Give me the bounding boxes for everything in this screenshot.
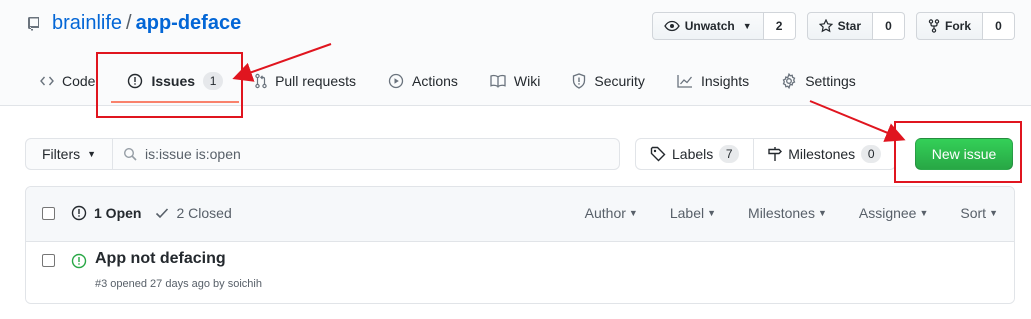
fork-button[interactable]: Fork: [915, 12, 983, 40]
caret-down-icon: ▼: [628, 208, 638, 218]
caret-down-icon: ▼: [989, 208, 998, 218]
gear-icon: [781, 73, 797, 89]
tag-icon: [650, 146, 666, 162]
issues-search-input[interactable]: [113, 138, 621, 170]
caret-down-icon: ▼: [919, 208, 929, 218]
milestone-icon: [768, 146, 783, 162]
graph-icon: [677, 74, 693, 88]
issues-list: 1 Open 2 Closed Author ▼ Label ▼ Milestone…: [25, 186, 1015, 304]
labels-label: Labels: [672, 146, 714, 162]
fork-group: Fork 0: [915, 12, 1015, 40]
tab-insights[interactable]: Insights: [661, 60, 765, 102]
tab-wiki[interactable]: Wiki: [474, 60, 556, 102]
closed-issues-label: 2 Closed: [176, 205, 232, 221]
milestones-filter[interactable]: Milestones ▼: [748, 205, 827, 221]
caret-down-icon: ▼: [742, 21, 752, 31]
tab-code-label: Code: [62, 73, 96, 89]
issues-counter: 1: [203, 72, 224, 90]
unwatch-button[interactable]: Unwatch ▼: [651, 12, 764, 40]
tab-security[interactable]: Security: [556, 60, 661, 102]
repo-header: brainlife / app-deface Unwatch ▼ 2 Star …: [0, 0, 1031, 106]
git-pull-request-icon: [255, 73, 267, 89]
issue-checkbox[interactable]: [42, 254, 55, 267]
new-issue-button[interactable]: New issue: [915, 138, 1013, 170]
caret-down-icon: ▼: [87, 149, 97, 159]
star-button[interactable]: Star: [806, 12, 873, 40]
open-issues-label: 1 Open: [94, 205, 142, 221]
issue-opened-icon: [127, 73, 143, 89]
tab-pull-requests[interactable]: Pull requests: [239, 60, 372, 102]
tab-settings-label: Settings: [805, 73, 856, 89]
book-icon: [490, 74, 506, 88]
label-filter[interactable]: Label ▼: [670, 205, 716, 221]
issue-meta: #3 opened 27 days ago by soichih: [95, 278, 262, 290]
author-filter[interactable]: Author ▼: [585, 205, 638, 221]
stargazers-count[interactable]: 0: [872, 12, 905, 40]
tab-issues-label: Issues: [151, 73, 196, 89]
assignee-filter[interactable]: Assignee ▼: [859, 205, 929, 221]
tab-pull-requests-label: Pull requests: [275, 73, 356, 89]
issue-row: App not defacing #3 opened 27 days ago b…: [26, 242, 1014, 303]
issue-title-link[interactable]: App not defacing: [95, 250, 226, 268]
repo-forked-icon: [928, 19, 940, 33]
labels-counter: 7: [719, 145, 740, 163]
fork-label: Fork: [944, 19, 971, 33]
milestones-label: Milestones: [788, 146, 856, 162]
issues-subnav: Filters ▼ Labels 7 Milestones 0 New issu…: [25, 138, 1015, 170]
search-wrapper: [113, 138, 621, 170]
sort-filter-label: Sort: [960, 205, 987, 221]
tab-issues[interactable]: Issues 1: [111, 60, 239, 103]
issue-opened-icon: [71, 253, 87, 269]
shield-icon: [572, 73, 586, 89]
tab-insights-label: Insights: [700, 73, 750, 89]
select-all-checkbox[interactable]: [42, 207, 55, 220]
labels-link[interactable]: Labels 7: [635, 138, 755, 170]
watch-group: Unwatch ▼ 2: [651, 12, 796, 40]
sort-filter[interactable]: Sort ▼: [960, 205, 998, 221]
repo-actions: Unwatch ▼ 2 Star 0 Fork 0: [651, 12, 1015, 40]
repo-name-link[interactable]: app-deface: [136, 12, 242, 35]
check-icon: [155, 207, 169, 219]
star-icon: [818, 19, 833, 33]
tab-code[interactable]: Code: [24, 60, 111, 102]
watchers-count[interactable]: 2: [763, 12, 796, 40]
tab-settings[interactable]: Settings: [765, 60, 872, 102]
code-icon: [40, 75, 54, 87]
milestones-link[interactable]: Milestones 0: [754, 138, 897, 170]
issue-opened-icon: [71, 205, 87, 221]
play-icon: [388, 73, 404, 89]
caret-down-icon: ▼: [817, 208, 827, 218]
search-icon: [123, 147, 137, 161]
filters-label: Filters: [42, 146, 81, 162]
filters-button[interactable]: Filters ▼: [25, 138, 114, 170]
repo-owner-link[interactable]: brainlife: [52, 12, 122, 35]
issue-state-toggles: 1 Open 2 Closed: [71, 205, 232, 221]
forks-count[interactable]: 0: [983, 12, 1015, 40]
author-filter-label: Author: [584, 205, 626, 221]
milestones-filter-label: Milestones: [748, 205, 815, 221]
issue-sort-filters: Author ▼ Label ▼ Milestones ▼ Assignee ▼ Sor…: [585, 205, 998, 221]
repo-separator: /: [126, 12, 132, 34]
repo-nav-tabs: Code Issues 1 Pull requests Actions Wiki…: [24, 60, 872, 106]
assignee-filter-label: Assignee: [858, 205, 917, 221]
labels-milestones-group: Labels 7 Milestones 0: [635, 138, 897, 170]
star-label: Star: [837, 19, 861, 33]
tab-actions-label: Actions: [412, 73, 458, 89]
label-filter-label: Label: [669, 205, 705, 221]
unwatch-label: Unwatch: [684, 19, 735, 33]
repo-icon: [27, 16, 43, 32]
tab-wiki-label: Wiki: [513, 73, 541, 89]
tab-actions[interactable]: Actions: [372, 60, 474, 102]
annotation-arrow-new-issue: [809, 100, 906, 142]
closed-issues-link[interactable]: 2 Closed: [155, 205, 232, 221]
milestones-counter: 0: [861, 145, 882, 163]
issues-list-header: 1 Open 2 Closed Author ▼ Label ▼ Milestone…: [26, 187, 1014, 242]
caret-down-icon: ▼: [707, 208, 717, 218]
filters-search-group: Filters ▼: [25, 138, 621, 170]
eye-icon: [663, 20, 680, 32]
star-group: Star 0: [806, 12, 905, 40]
open-issues-link[interactable]: 1 Open: [71, 205, 141, 221]
repo-title: brainlife / app-deface: [27, 12, 241, 35]
tab-security-label: Security: [594, 73, 645, 89]
